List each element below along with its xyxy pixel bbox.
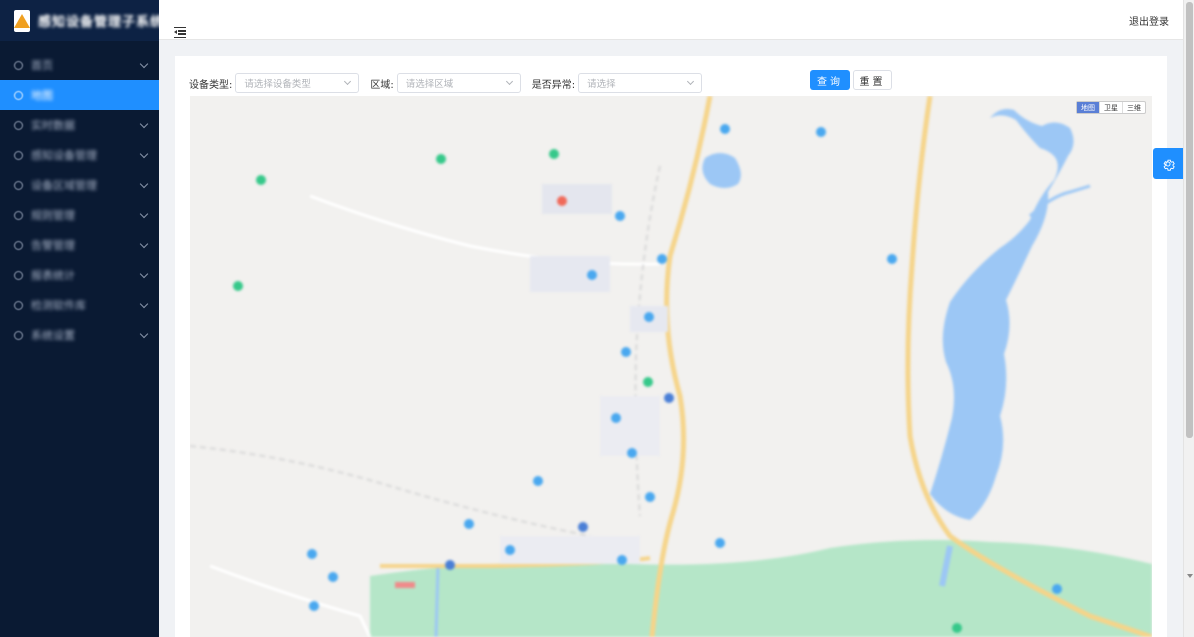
logout-link[interactable]: 退出登录 bbox=[1129, 13, 1169, 28]
scroll-down-icon[interactable] bbox=[1187, 574, 1193, 578]
sidebar-item-label: 设备区域管理 bbox=[31, 179, 97, 192]
area-label: 区域: bbox=[370, 79, 394, 91]
sidebar-item-label: 系统设置 bbox=[31, 329, 75, 342]
sidebar-item-home[interactable]: 首页 bbox=[0, 50, 159, 80]
app-logo bbox=[14, 9, 30, 32]
map-type-3d[interactable]: 三维 bbox=[1122, 102, 1145, 113]
sidebar-item-realtime-data[interactable]: 实时数据 bbox=[0, 110, 159, 140]
abnormal-select[interactable]: 请选择 bbox=[578, 73, 703, 93]
collapse-menu-icon[interactable] bbox=[174, 27, 186, 38]
map-type-switcher: 地图 卫星 三维 bbox=[1076, 101, 1146, 114]
filter-bar: 设备类型: 请选择设备类型 区域: 请选择区域 是否异常: 请选择 bbox=[189, 73, 703, 93]
brand: 感知设备管理子系统 bbox=[0, 0, 163, 41]
sidebar-item-report-statistics[interactable]: 报表统计 bbox=[0, 260, 159, 290]
warning-icon bbox=[14, 300, 23, 310]
chevron-down-icon bbox=[139, 179, 149, 188]
reset-button[interactable]: 重置 bbox=[853, 70, 892, 90]
urban-block bbox=[542, 184, 612, 214]
report-icon bbox=[14, 270, 23, 280]
sidebar-item-label: 报表统计 bbox=[31, 269, 75, 282]
sidebar-item-area-management[interactable]: 设备区域管理 bbox=[0, 170, 159, 200]
street bbox=[209, 564, 372, 637]
sidebar-menu: 首页 地图 实时数据 感知设备管理 设备区域管理 规则管理 告警管理 报表统计 … bbox=[0, 50, 159, 350]
main-road bbox=[649, 96, 713, 637]
chevron-down-icon bbox=[139, 149, 149, 158]
top-header: 退出登录 bbox=[159, 0, 1183, 40]
share-icon bbox=[14, 210, 23, 220]
sidebar-item-label: 首页 bbox=[31, 59, 53, 72]
sidebar-item-label: 告警管理 bbox=[31, 239, 75, 252]
sidebar-item-map[interactable]: 地图 bbox=[0, 80, 159, 110]
scrollbar-thumb[interactable] bbox=[1186, 2, 1193, 438]
settings-icon bbox=[14, 330, 23, 340]
chevron-down-icon bbox=[139, 119, 149, 128]
sidebar-item-system-settings[interactable]: 系统设置 bbox=[0, 320, 159, 350]
sidebar-item-label: 实时数据 bbox=[31, 119, 75, 132]
chevron-down-icon bbox=[139, 59, 149, 68]
sidebar-item-rule-management[interactable]: 规则管理 bbox=[0, 200, 159, 230]
app-title: 感知设备管理子系统 bbox=[38, 15, 165, 30]
area-placeholder: 请选择区域 bbox=[405, 79, 454, 90]
sidebar-item-alarm-management[interactable]: 告警管理 bbox=[0, 230, 159, 260]
chevron-down-icon bbox=[505, 77, 513, 86]
share-icon bbox=[14, 240, 23, 250]
marker-label-highlight bbox=[395, 582, 415, 588]
chevron-down-icon bbox=[687, 77, 695, 86]
data-icon bbox=[14, 120, 23, 130]
chevron-down-icon bbox=[139, 299, 149, 308]
map-view[interactable]: 地图 卫星 三维 bbox=[190, 96, 1152, 637]
lake bbox=[930, 109, 1074, 520]
settings-button[interactable] bbox=[1153, 148, 1183, 179]
device-icon bbox=[14, 150, 23, 160]
sidebar: 感知设备管理子系统 首页 地图 实时数据 感知设备管理 设备区域管理 规则管理 … bbox=[0, 0, 163, 637]
chevron-down-icon bbox=[139, 209, 149, 218]
device-type-select[interactable]: 请选择设备类型 bbox=[235, 73, 360, 93]
query-button[interactable]: 查询 bbox=[810, 70, 850, 90]
device-type-label: 设备类型: bbox=[189, 79, 233, 91]
sidebar-item-label: 感知设备管理 bbox=[31, 149, 97, 162]
pond bbox=[702, 153, 741, 188]
chevron-down-icon bbox=[139, 269, 149, 278]
area-select[interactable]: 请选择区域 bbox=[396, 73, 521, 93]
map-icon bbox=[14, 90, 23, 100]
sidebar-item-device-management[interactable]: 感知设备管理 bbox=[0, 140, 159, 170]
railway bbox=[190, 445, 591, 537]
sidebar-item-label: 检测软件库 bbox=[31, 299, 86, 312]
chevron-down-icon bbox=[139, 329, 149, 338]
urban-block bbox=[530, 256, 610, 292]
sidebar-item-label: 规则管理 bbox=[31, 209, 75, 222]
device-type-placeholder: 请选择设备类型 bbox=[244, 79, 311, 90]
map-type-satellite[interactable]: 卫星 bbox=[1099, 102, 1122, 113]
chevron-down-icon bbox=[344, 77, 352, 86]
map-canvas[interactable] bbox=[190, 96, 1152, 637]
chevron-down-icon bbox=[139, 239, 149, 248]
urban-block bbox=[600, 396, 660, 456]
map-type-map[interactable]: 地图 bbox=[1077, 102, 1099, 113]
sidebar-item-software-library[interactable]: 检测软件库 bbox=[0, 290, 159, 320]
abnormal-label: 是否异常: bbox=[531, 79, 576, 91]
area-icon bbox=[14, 180, 23, 190]
gear-icon bbox=[1163, 159, 1175, 171]
home-icon bbox=[14, 60, 23, 70]
canal bbox=[434, 565, 440, 637]
page-scrollbar[interactable] bbox=[1183, 0, 1194, 637]
abnormal-placeholder: 请选择 bbox=[587, 79, 616, 90]
sidebar-item-label: 地图 bbox=[31, 89, 53, 102]
railway bbox=[634, 165, 661, 517]
